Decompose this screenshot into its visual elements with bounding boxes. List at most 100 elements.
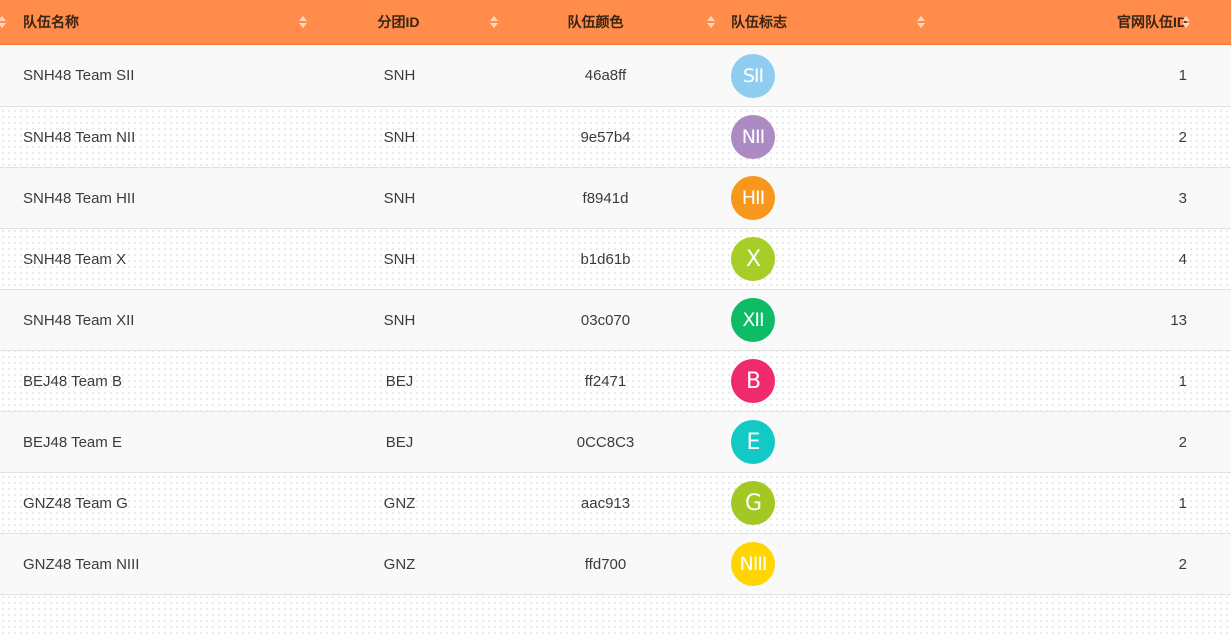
team-color-text: 46a8ff — [584, 67, 627, 84]
team-name-text: SNH48 Team SII — [23, 67, 135, 84]
cell-team-name: SNH48 Team HII — [0, 168, 309, 228]
team-logo-badge[interactable]: E — [731, 420, 775, 464]
team-name-text: SNH48 Team HII — [23, 189, 136, 207]
cell-team-name: SNH48 Team NII — [0, 107, 309, 167]
column-header-label: 队伍名称 — [23, 14, 79, 30]
cell-team-logo: NIII — [719, 534, 931, 594]
column-header-team-logo[interactable]: 队伍标志 — [719, 0, 931, 45]
cell-team-color: 46a8ff — [506, 45, 719, 106]
team-name-text: BEJ48 Team E — [23, 433, 122, 451]
official-team-id-text: 2 — [1178, 128, 1187, 146]
cell-official-team-id: 13 — [931, 290, 1231, 350]
cell-team-logo: SII — [719, 45, 931, 106]
column-header-team-color[interactable]: 队伍颜色 — [506, 0, 719, 45]
cell-official-team-id: 1 — [931, 473, 1231, 533]
team-color-text: ffd700 — [584, 555, 627, 573]
column-header-label: 分团ID — [377, 14, 420, 30]
sort-arrows-icon[interactable] — [0, 16, 6, 28]
team-color-text: 03c070 — [580, 311, 631, 329]
official-team-id-text: 13 — [1170, 311, 1187, 329]
sort-arrows-icon[interactable] — [1182, 16, 1190, 28]
official-team-id-text: 1 — [1178, 67, 1187, 84]
cell-team-logo: NII — [719, 107, 931, 167]
sort-arrows-icon[interactable] — [707, 16, 715, 28]
cell-group-id: BEJ — [309, 351, 506, 411]
cell-team-color: ffd700 — [506, 534, 719, 594]
cell-official-team-id: 2 — [931, 107, 1231, 167]
cell-group-id: GNZ — [309, 534, 506, 594]
table-row[interactable]: GNZ48 Team NIII GNZ ffd700 NIII 2 — [0, 534, 1231, 595]
column-header-label: 官网队伍ID — [1117, 14, 1187, 30]
group-id-text: SNH — [383, 250, 416, 268]
cell-team-color: b1d61b — [506, 229, 719, 289]
cell-team-name: SNH48 Team X — [0, 229, 309, 289]
column-header-group-id[interactable]: 分团ID — [309, 0, 506, 45]
cell-group-id: BEJ — [309, 412, 506, 472]
team-logo-badge[interactable]: B — [731, 359, 775, 403]
official-team-id-text: 2 — [1178, 433, 1187, 451]
group-id-text: SNH — [383, 67, 416, 84]
sort-arrows-icon[interactable] — [490, 16, 498, 28]
cell-group-id: SNH — [309, 45, 506, 106]
table-body: SNH48 Team SII SNH 46a8ff SII 1 SNH48 Team NI… — [0, 45, 1231, 595]
team-name-text: SNH48 Team XII — [23, 311, 135, 329]
team-logo-badge[interactable]: XII — [731, 298, 775, 342]
cell-team-color: 9e57b4 — [506, 107, 719, 167]
team-logo-badge[interactable]: SII — [731, 53, 775, 98]
team-name-text: SNH48 Team X — [23, 250, 127, 268]
team-color-text: 9e57b4 — [580, 128, 631, 146]
official-team-id-text: 3 — [1178, 189, 1187, 207]
cell-team-logo: X — [719, 229, 931, 289]
table-row[interactable]: GNZ48 Team G GNZ aac913 G 1 — [0, 473, 1231, 534]
table-header: 队伍名称 分团ID 队伍颜色 队伍标志 官网队伍ID — [0, 0, 1231, 45]
team-name-text: GNZ48 Team NIII — [23, 555, 140, 573]
column-header-team-name[interactable]: 队伍名称 — [0, 0, 309, 45]
cell-team-name: BEJ48 Team B — [0, 351, 309, 411]
table-row[interactable]: SNH48 Team NII SNH 9e57b4 NII 2 — [0, 107, 1231, 168]
cell-official-team-id: 2 — [931, 412, 1231, 472]
cell-team-color: 03c070 — [506, 290, 719, 350]
table-row[interactable]: BEJ48 Team B BEJ ff2471 B 1 — [0, 351, 1231, 412]
group-id-text: GNZ — [383, 555, 416, 573]
team-name-text: GNZ48 Team G — [23, 494, 128, 512]
cell-team-logo: B — [719, 351, 931, 411]
cell-team-logo: G — [719, 473, 931, 533]
group-id-text: SNH — [383, 128, 416, 146]
cell-team-color: ff2471 — [506, 351, 719, 411]
cell-official-team-id: 4 — [931, 229, 1231, 289]
sort-arrows-icon[interactable] — [917, 16, 925, 28]
cell-team-logo: E — [719, 412, 931, 472]
cell-group-id: GNZ — [309, 473, 506, 533]
group-id-text: SNH — [383, 189, 416, 207]
team-color-text: b1d61b — [580, 250, 631, 268]
group-id-text: BEJ — [385, 372, 414, 390]
cell-official-team-id: 1 — [931, 45, 1231, 106]
cell-team-color: aac913 — [506, 473, 719, 533]
cell-team-logo: XII — [719, 290, 931, 350]
column-header-label: 队伍颜色 — [567, 14, 624, 30]
column-header-official-team-id[interactable]: 官网队伍ID — [931, 0, 1231, 45]
team-color-text: f8941d — [582, 189, 629, 207]
cell-team-color: 0CC8C3 — [506, 412, 719, 472]
cell-group-id: SNH — [309, 290, 506, 350]
table-row[interactable]: SNH48 Team X SNH b1d61b X 4 — [0, 229, 1231, 290]
table-row[interactable]: BEJ48 Team E BEJ 0CC8C3 E 2 — [0, 412, 1231, 473]
cell-team-color: f8941d — [506, 168, 719, 228]
team-logo-badge[interactable]: NII — [731, 115, 775, 159]
team-logo-badge[interactable]: NIII — [731, 542, 775, 586]
cell-team-name: GNZ48 Team G — [0, 473, 309, 533]
table-row[interactable]: SNH48 Team XII SNH 03c070 XII 13 — [0, 290, 1231, 351]
team-color-text: aac913 — [580, 494, 631, 512]
group-id-text: GNZ — [383, 494, 416, 512]
table-row[interactable]: SNH48 Team SII SNH 46a8ff SII 1 — [0, 45, 1231, 107]
cell-team-name: BEJ48 Team E — [0, 412, 309, 472]
team-logo-badge[interactable]: G — [731, 481, 775, 525]
team-logo-badge[interactable]: HII — [731, 176, 775, 220]
team-logo-badge[interactable]: X — [731, 237, 775, 281]
sort-arrows-icon[interactable] — [299, 16, 307, 28]
team-name-text: BEJ48 Team B — [23, 372, 122, 390]
cell-team-name: SNH48 Team XII — [0, 290, 309, 350]
official-team-id-text: 1 — [1178, 494, 1187, 512]
table-row[interactable]: SNH48 Team HII SNH f8941d HII 3 — [0, 168, 1231, 229]
cell-team-name: SNH48 Team SII — [0, 45, 309, 106]
